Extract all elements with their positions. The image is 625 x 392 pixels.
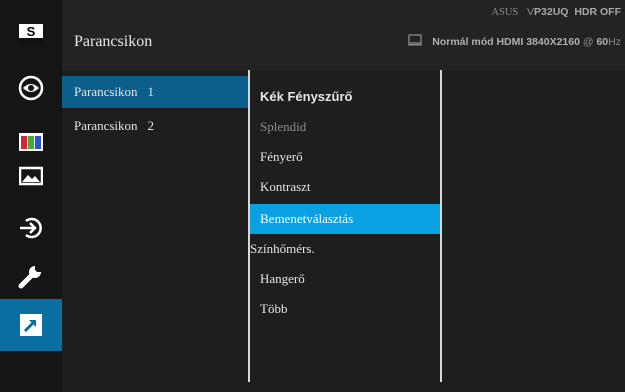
system-setup-button[interactable] bbox=[0, 250, 62, 302]
option-volume[interactable]: Hangerő bbox=[250, 264, 440, 294]
mode-label: Normál mód bbox=[432, 35, 494, 48]
shortcut-item-1[interactable]: Parancsikon 1 bbox=[62, 76, 248, 108]
refresh-rate: 60 bbox=[596, 35, 609, 48]
hdr-status: HDR OFF bbox=[574, 6, 621, 18]
display-icon bbox=[408, 34, 423, 49]
image-button[interactable] bbox=[0, 150, 62, 202]
signal-status: Normál mód HDMI 3840X2160 @ 60 Hz bbox=[408, 34, 621, 49]
option-brightness[interactable]: Fényerő bbox=[250, 142, 440, 172]
shortcut-arrow-icon bbox=[20, 314, 42, 336]
image-icon bbox=[19, 166, 43, 186]
page-title: Parancsikon bbox=[74, 33, 153, 50]
osd-header: Parancsikon ASUS VP32UQ HDR OFF Normál m… bbox=[62, 0, 625, 70]
option-more[interactable]: Több bbox=[250, 294, 440, 324]
function-options: Kék Fényszűrő Splendid Fényerő Kontraszt… bbox=[250, 70, 440, 392]
option-color-temp[interactable]: Színhőmérs. bbox=[250, 234, 440, 264]
option-splendid[interactable]: Splendid bbox=[250, 112, 440, 142]
menu-panels: Parancsikon 1 Parancsikon 2 Kék Fényszűrő … bbox=[62, 70, 625, 392]
model-label: P32UQ bbox=[534, 6, 569, 18]
system-setup-wrench-icon bbox=[18, 266, 41, 289]
option-input-select[interactable]: Bemenetválasztás bbox=[250, 204, 440, 234]
model-prefix: V bbox=[527, 6, 535, 18]
shortcut-item-number: 1 bbox=[147, 84, 155, 99]
blue-light-button[interactable] bbox=[0, 62, 62, 114]
input-label: HDMI bbox=[496, 35, 524, 48]
blue-light-eye-icon bbox=[18, 75, 44, 101]
shortcut-item-number: 2 bbox=[147, 118, 155, 133]
at-symbol: @ bbox=[582, 35, 594, 48]
option-blue-light-filter[interactable]: Kék Fényszűrő bbox=[250, 82, 440, 112]
shortcut-item-2[interactable]: Parancsikon 2 bbox=[62, 110, 248, 142]
shortcut-list: Parancsikon 1 Parancsikon 2 bbox=[62, 74, 248, 392]
resolution-label: 3840X2160 bbox=[526, 35, 580, 48]
shortcut-item-label: Parancsikon bbox=[74, 118, 138, 133]
input-select-button[interactable] bbox=[0, 202, 62, 254]
splendid-button[interactable]: S bbox=[0, 8, 62, 60]
model-info: ASUS VP32UQ HDR OFF bbox=[491, 6, 621, 18]
refresh-unit: Hz bbox=[608, 35, 621, 48]
icon-rail: S bbox=[0, 0, 62, 392]
osd-menu: S Parancsikon ASUS VP32UQ HDR OFF Normál… bbox=[0, 0, 625, 392]
column-divider bbox=[440, 70, 442, 382]
input-select-icon bbox=[20, 217, 42, 239]
shortcut-item-label: Parancsikon bbox=[74, 84, 138, 99]
shortcut-button[interactable] bbox=[0, 299, 62, 351]
brand-label: ASUS bbox=[491, 7, 519, 18]
splendid-icon: S bbox=[19, 24, 43, 44]
option-contrast[interactable]: Kontraszt bbox=[250, 172, 440, 202]
splendid-glyph: S bbox=[27, 24, 36, 39]
